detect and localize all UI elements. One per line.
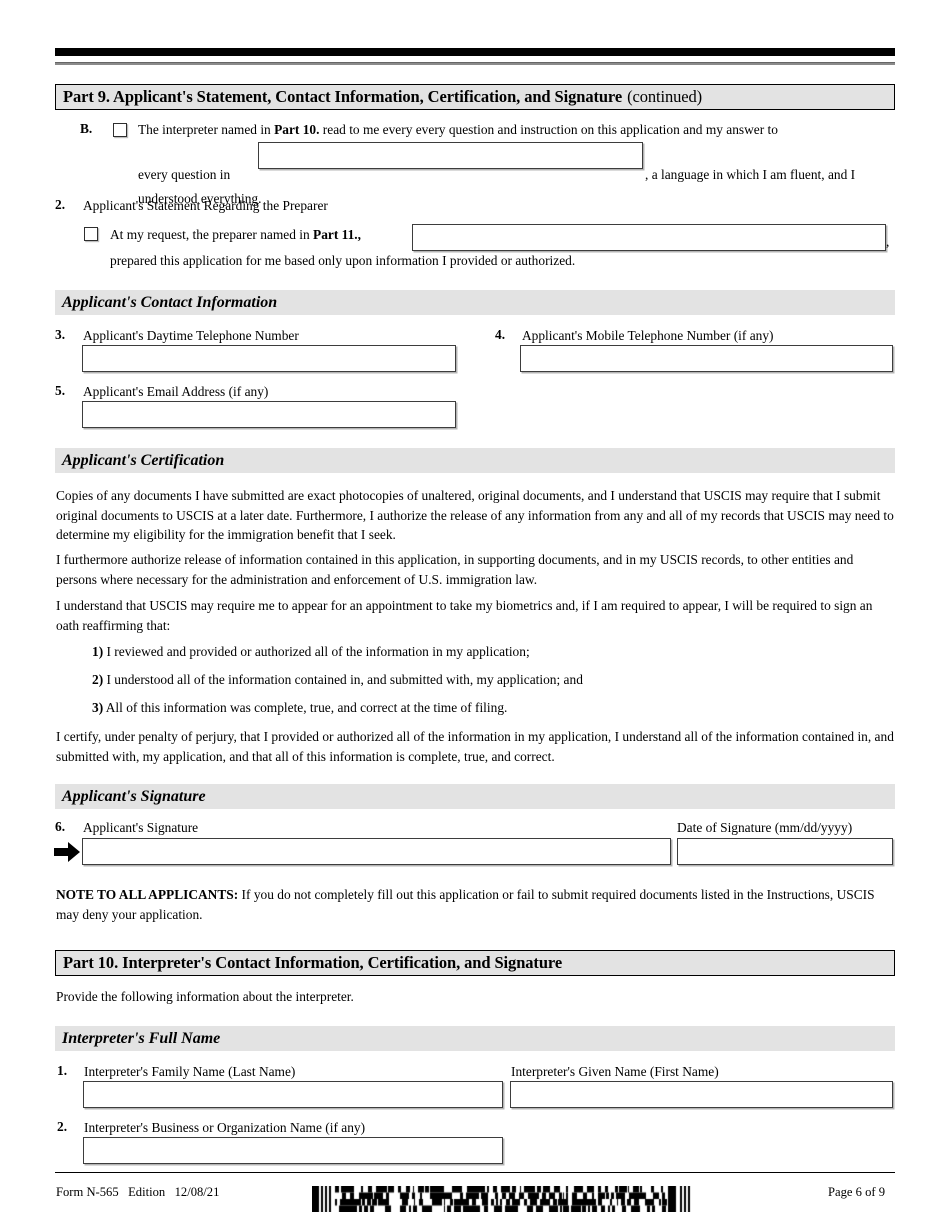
field-6-number: 6. (55, 819, 66, 834)
note-to-all-applicants: NOTE TO ALL APPLICANTS: If you do not co… (56, 885, 894, 924)
item-b-line2-pre: every question in (138, 167, 231, 182)
interpreter-full-name-heading: Interpreter's Full Name (55, 1026, 895, 1051)
certification-list-item-2: 2) I understood all of the information c… (92, 671, 583, 689)
interpreter-family-name-input[interactable] (83, 1081, 503, 1108)
certification-list-item-2-marker: 2) (92, 672, 104, 687)
footer-edition-label: Edition (128, 1185, 166, 1199)
pdf417-barcode (312, 1186, 712, 1212)
applicant-contact-information-heading: Applicant's Contact Information (55, 290, 895, 315)
interpreter-given-name-input[interactable] (510, 1081, 893, 1108)
footer-form-info: Form N-565 Edition 12/08/21 (56, 1185, 219, 1200)
certification-paragraph-3: I understand that USCIS may require me t… (56, 598, 873, 633)
field-4-number: 4. (495, 327, 506, 342)
item-2-line1: At my request, the preparer named in Par… (110, 226, 361, 244)
interpreter-family-name-label: Interpreter's Family Name (Last Name) (84, 1064, 296, 1079)
footer-page-number: Page 6 of 9 (828, 1185, 886, 1199)
date-of-signature-input[interactable] (677, 838, 893, 865)
applicant-signature-heading: Applicant's Signature (55, 784, 895, 809)
item-b-line2-post: , a language in which I am fluent, and I (645, 167, 856, 182)
field-3-number: 3. (55, 327, 66, 342)
item-2-label: Applicant's Statement Regarding the Prep… (83, 198, 328, 213)
daytime-telephone-input[interactable] (82, 345, 456, 372)
note-to-all-applicants-bold: NOTE TO ALL APPLICANTS: (56, 887, 239, 902)
interpreter-statement-checkbox[interactable] (113, 123, 127, 137)
footer-form-number: Form N-565 (56, 1185, 119, 1199)
certification-list-item-3-text: All of this information was complete, tr… (103, 700, 508, 715)
item-2-number: 2. (55, 197, 66, 212)
item-2-trailing-comma: , (886, 234, 890, 249)
part-10-title: Part 10. Interpreter's Contact Informati… (63, 953, 563, 972)
interpreter-item-1-number: 1. (57, 1063, 68, 1078)
certification-list-item-1-marker: 1) (92, 644, 104, 659)
certification-list-item-3: 3) All of this information was complete,… (92, 699, 507, 717)
field-5-number: 5. (55, 383, 66, 398)
interpreter-business-name-input[interactable] (83, 1137, 503, 1164)
item-2-line1-pre: At my request, the preparer named in (110, 227, 314, 242)
footer-edition-date: 12/08/21 (174, 1185, 220, 1199)
interpreter-language-input[interactable] (258, 142, 643, 169)
part-9-title: Part 9. Applicant's Statement, Contact I… (63, 87, 623, 106)
item-b-line1-pre: The interpreter named in (138, 122, 275, 137)
interpreter-given-name-label: Interpreter's Given Name (First Name) (511, 1064, 719, 1079)
item-b-line1: The interpreter named in Part 10. read t… (138, 121, 778, 139)
certification-list-item-1: 1) I reviewed and provided or authorized… (92, 643, 530, 661)
form-page: Part 9. Applicant's Statement, Contact I… (0, 0, 950, 1230)
part-9-header: Part 9. Applicant's Statement, Contact I… (55, 84, 895, 110)
top-thin-rule (55, 62, 895, 65)
certification-paragraph-1: Copies of any documents I have submitted… (56, 488, 894, 542)
applicant-signature-input[interactable] (82, 838, 671, 865)
footer-rule (55, 1172, 895, 1173)
field-3-label: Applicant's Daytime Telephone Number (83, 328, 299, 343)
item-b-letter: B. (80, 121, 93, 136)
item-b-part10-ref: Part 10. (274, 122, 320, 137)
certification-list-item-3-marker: 3) (92, 700, 104, 715)
signature-label: Applicant's Signature (83, 820, 199, 835)
certification-paragraph-2: I furthermore authorize release of infor… (56, 552, 854, 587)
field-5-label: Applicant's Email Address (if any) (83, 384, 269, 399)
item-2-line2: prepared this application for me based o… (110, 253, 576, 268)
certification-list-item-1-text: I reviewed and provided or authorized al… (103, 644, 530, 659)
certification-paragraph-4: I certify, under penalty of perjury, tha… (56, 729, 894, 764)
top-black-bar (55, 48, 895, 56)
email-address-input[interactable] (82, 401, 456, 428)
mobile-telephone-input[interactable] (520, 345, 893, 372)
interpreter-item-2-number: 2. (57, 1119, 68, 1134)
part-10-intro: Provide the following information about … (56, 989, 354, 1004)
field-4-label: Applicant's Mobile Telephone Number (if … (522, 328, 774, 343)
applicant-certification-heading: Applicant's Certification (55, 448, 895, 473)
signature-arrow-icon (54, 842, 80, 862)
item-2-part11-ref: Part 11., (313, 227, 362, 242)
preparer-name-input[interactable] (412, 224, 886, 251)
part-10-header: Part 10. Interpreter's Contact Informati… (55, 950, 895, 976)
preparer-statement-checkbox[interactable] (84, 227, 98, 241)
date-of-signature-label: Date of Signature (mm/dd/yyyy) (677, 820, 853, 835)
interpreter-business-name-label: Interpreter's Business or Organization N… (84, 1120, 366, 1135)
part-9-continued-label: (continued) (627, 87, 703, 106)
certification-list-item-2-text: I understood all of the information cont… (103, 672, 583, 687)
item-b-line1-post: read to me every every question and inst… (319, 122, 778, 137)
